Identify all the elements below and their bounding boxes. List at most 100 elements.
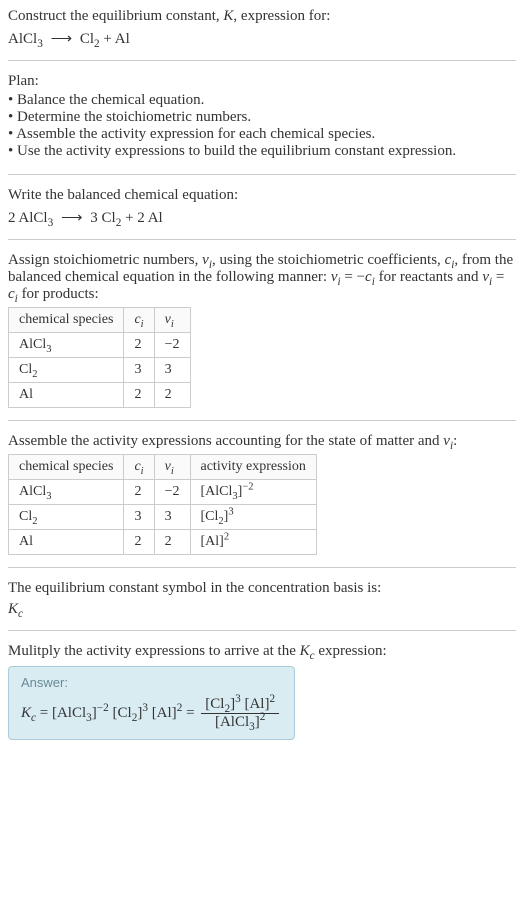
plus: + (121, 210, 137, 226)
cell-nu: 2 (154, 530, 190, 555)
cell-nu: 3 (154, 358, 190, 383)
stoich-text-b: , using the stoichiometric coefficients, (212, 252, 445, 268)
bal-c2: 3 Cl (90, 210, 115, 226)
cell-c: 2 (124, 333, 154, 358)
cell-c: 3 (124, 505, 154, 530)
cell-species: Cl2 (9, 505, 124, 530)
cell-c: 2 (124, 530, 154, 555)
fraction-num: [Cl2]3 [Al]2 (201, 696, 279, 714)
intro-reaction: AlCl3 ⟶ Cl2 + Al (8, 29, 516, 48)
col-activity: activity expression (190, 455, 316, 480)
act-exp: 3 (228, 506, 233, 517)
table-row: Cl2 3 3 (9, 358, 191, 383)
cell-species: AlCl3 (9, 333, 124, 358)
intro-line: Construct the equilibrium constant, K, e… (8, 8, 516, 25)
activity-nu: ν (443, 433, 450, 449)
cell-nu: −2 (154, 480, 190, 505)
sp: Al (19, 534, 33, 549)
cell-activity: [AlCl3]−2 (190, 480, 316, 505)
sp: Al (19, 387, 33, 402)
cell-nu: 3 (154, 505, 190, 530)
table-row: AlCl3 2 −2 [AlCl3]−2 (9, 480, 317, 505)
answer-label: Answer: (21, 675, 282, 690)
plan-item: Assemble the activity expression for eac… (8, 126, 516, 143)
col-nu: νi (154, 455, 190, 480)
num-a-exp: 3 (235, 693, 241, 705)
balanced-equation: 2 AlCl3 ⟶ 3 Cl2 + 2 Al (8, 208, 516, 227)
col-species: chemical species (9, 308, 124, 333)
sp-sub: 3 (46, 344, 51, 355)
table-header-row: chemical species ci νi activity expressi… (9, 455, 317, 480)
arrow-icon: ⟶ (47, 31, 77, 47)
cell-nu: −2 (154, 333, 190, 358)
sp: AlCl (19, 337, 46, 352)
stoich-table: chemical species ci νi AlCl3 2 −2 Cl2 3 … (8, 307, 191, 408)
sp: AlCl (19, 484, 46, 499)
activity-text: Assemble the activity expressions accoun… (8, 433, 516, 450)
cell-nu: 2 (154, 383, 190, 408)
kc-symbol: Kc (8, 601, 516, 618)
plan-section: Plan: Balance the chemical equation. Det… (8, 73, 516, 175)
table-row: Cl2 3 3 [Cl2]3 (9, 505, 317, 530)
col-c: ci (124, 455, 154, 480)
cell-c: 2 (124, 480, 154, 505)
kc-symbol-section: The equilibrium constant symbol in the c… (8, 580, 516, 631)
cell-species: Al (9, 530, 124, 555)
reactant: AlCl (8, 31, 37, 47)
activity-text-b: : (453, 433, 457, 449)
stoich-text-a: Assign stoichiometric numbers, (8, 252, 202, 268)
ans-eq2: = (182, 705, 198, 721)
plus: + (100, 31, 115, 47)
intro-K: K (223, 8, 233, 24)
num-b-exp: 2 (269, 693, 275, 705)
col-nu-sub: i (171, 466, 174, 477)
ans-eq: = (36, 705, 52, 721)
kc-K: K (8, 601, 18, 617)
cell-species: Cl2 (9, 358, 124, 383)
fraction: [Cl2]3 [Al]2[AlCl3]2 (201, 696, 279, 731)
table-row: Al 2 2 (9, 383, 191, 408)
sp-sub: 2 (32, 516, 37, 527)
kc-symbol-text: The equilibrium constant symbol in the c… (8, 580, 516, 597)
act-exp: 2 (224, 531, 229, 542)
table-row: AlCl3 2 −2 (9, 333, 191, 358)
activity-table: chemical species ci νi activity expressi… (8, 454, 317, 555)
bal-c1: 2 AlCl (8, 210, 48, 226)
multiply-text-a: Mulitply the activity expressions to arr… (8, 643, 300, 659)
multiply-text: Mulitply the activity expressions to arr… (8, 643, 516, 660)
activity-text-a: Assemble the activity expressions accoun… (8, 433, 443, 449)
bal-c3: 2 Al (137, 210, 162, 226)
num-b: [Al] (244, 696, 269, 712)
col-nu: νi (154, 308, 190, 333)
den-a: [AlCl (215, 714, 249, 730)
stoich-section: Assign stoichiometric numbers, νi , using… (8, 252, 516, 421)
col-c-sub: i (141, 466, 144, 477)
sp: Cl (19, 362, 32, 377)
sp-sub: 2 (32, 369, 37, 380)
ans-t1-exp: −2 (97, 702, 109, 714)
stoich-text: Assign stoichiometric numbers, νi, using… (8, 252, 516, 303)
intro-text-1b: , expression for: (233, 8, 330, 24)
eq2-eq: = (492, 269, 504, 285)
intro-text-1: Construct the equilibrium constant, (8, 8, 223, 24)
act-exp: −2 (242, 481, 253, 492)
table-header-row: chemical species ci νi (9, 308, 191, 333)
sp-sub: 3 (46, 491, 51, 502)
multiply-section: Mulitply the activity expressions to arr… (8, 643, 516, 752)
answer-expression: Kc = [AlCl3]−2 [Cl2]3 [Al]2 = [Cl2]3 [Al… (21, 696, 282, 731)
col-nu-sub: i (171, 319, 174, 330)
plan-header: Plan: (8, 73, 516, 90)
eq1-r: c (365, 269, 372, 285)
eq1-eq: = − (341, 269, 365, 285)
act: [AlCl (201, 484, 233, 499)
act: [Al] (201, 534, 224, 549)
stoich-text-e: for products: (18, 286, 99, 302)
den-a-exp: 2 (260, 711, 266, 723)
fraction-den: [AlCl3]2 (201, 714, 279, 731)
col-species: chemical species (9, 455, 124, 480)
cell-species: Al (9, 383, 124, 408)
product-b: Al (115, 31, 130, 47)
answer-box: Answer: Kc = [AlCl3]−2 [Cl2]3 [Al]2 = [C… (8, 666, 295, 740)
act: [Cl (201, 509, 219, 524)
ans-t1: [AlCl (52, 705, 86, 721)
